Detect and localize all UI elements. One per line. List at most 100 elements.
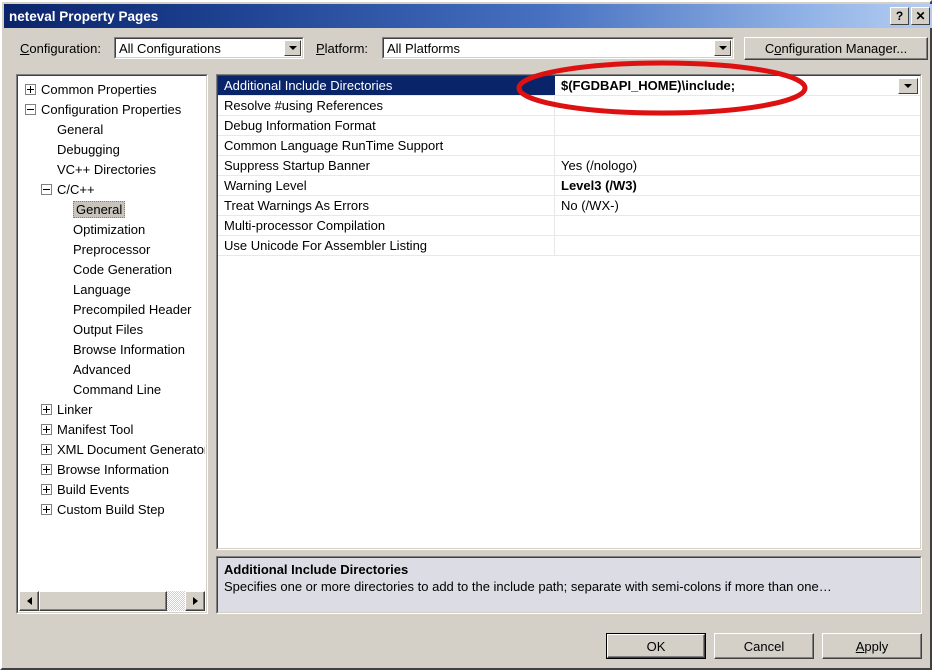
- tree-item[interactable]: Code Generation: [19, 259, 205, 279]
- configuration-manager-label-rest: nfiguration Manager...: [781, 41, 908, 56]
- property-value[interactable]: [555, 236, 920, 255]
- property-grid-panel[interactable]: Additional Include Directories $(FGDBAPI_…: [216, 74, 922, 550]
- help-button[interactable]: ?: [890, 7, 909, 25]
- property-name: Warning Level: [218, 176, 555, 195]
- tree-item-label: Optimization: [73, 221, 146, 237]
- tree-item[interactable]: Build Events: [19, 479, 205, 499]
- tree-item[interactable]: C/C++: [19, 179, 205, 199]
- property-value[interactable]: $(FGDBAPI_HOME)\include;: [555, 76, 920, 95]
- properties-tree-panel[interactable]: Common Properties Configuration Propertie…: [16, 74, 208, 614]
- property-row[interactable]: Common Language RunTime Support: [218, 136, 920, 156]
- property-grid-list[interactable]: Additional Include Directories $(FGDBAPI_…: [218, 76, 920, 256]
- chevron-down-icon[interactable]: [284, 40, 301, 56]
- tree-item[interactable]: Browse Information: [19, 339, 205, 359]
- scroll-track[interactable]: [39, 591, 185, 611]
- tree-item[interactable]: Optimization: [19, 219, 205, 239]
- ok-button[interactable]: OK: [606, 633, 706, 659]
- property-value[interactable]: Yes (/nologo): [555, 156, 920, 175]
- properties-tree-border: Common Properties Configuration Propertie…: [17, 75, 207, 613]
- property-value[interactable]: No (/WX-): [555, 196, 920, 215]
- configuration-select-value: All Configurations: [119, 40, 221, 56]
- tree-item[interactable]: Command Line: [19, 379, 205, 399]
- property-value[interactable]: [555, 216, 920, 235]
- property-name: Additional Include Directories: [224, 78, 393, 93]
- property-value[interactable]: [555, 136, 920, 155]
- property-row[interactable]: Resolve #using References: [218, 96, 920, 116]
- tree-horizontal-scrollbar[interactable]: [19, 591, 205, 611]
- scroll-right-button[interactable]: [185, 591, 205, 611]
- platform-select-value: All Platforms: [387, 40, 460, 56]
- property-grid-border: Additional Include Directories $(FGDBAPI_…: [217, 75, 921, 549]
- tree-item[interactable]: Debugging: [19, 139, 205, 159]
- scroll-left-button[interactable]: [19, 591, 39, 611]
- tree-item-label: Linker: [57, 401, 93, 417]
- tree-item[interactable]: Common Properties: [19, 79, 205, 99]
- configuration-manager-button[interactable]: Configuration Manager...: [744, 37, 928, 60]
- close-icon[interactable]: ✕: [911, 7, 930, 25]
- expand-icon[interactable]: [41, 503, 52, 515]
- tree-item[interactable]: General: [19, 199, 205, 219]
- scroll-thumb[interactable]: [39, 591, 168, 611]
- expand-icon[interactable]: [41, 403, 52, 415]
- description-panel: Additional Include Directories Specifies…: [216, 556, 922, 614]
- tree-item[interactable]: Language: [19, 279, 205, 299]
- tree-item[interactable]: XML Document Generator: [19, 439, 205, 459]
- platform-select[interactable]: All Platforms: [382, 37, 734, 59]
- chevron-down-icon[interactable]: [714, 40, 731, 56]
- tree-item-label: Output Files: [73, 321, 144, 337]
- tree-item[interactable]: Manifest Tool: [19, 419, 205, 439]
- title-bar: neteval Property Pages ? ✕: [4, 4, 932, 28]
- tree-item[interactable]: Custom Build Step: [19, 499, 205, 519]
- tree-item-label: XML Document Generator: [57, 441, 205, 457]
- tree-item[interactable]: Output Files: [19, 319, 205, 339]
- tree-item-label: General: [73, 200, 126, 218]
- configuration-select[interactable]: All Configurations: [114, 37, 304, 59]
- property-pages-dialog: neteval Property Pages ? ✕ Configuration…: [0, 0, 932, 670]
- tree-item-label: Command Line: [73, 381, 162, 397]
- tree-item[interactable]: General: [19, 119, 205, 139]
- description-title: Additional Include Directories: [224, 562, 409, 577]
- tree-item-label: C/C++: [57, 181, 95, 197]
- tree-item[interactable]: Configuration Properties: [19, 99, 205, 119]
- property-name: Treat Warnings As Errors: [218, 196, 555, 215]
- tree-item[interactable]: Browse Information: [19, 459, 205, 479]
- property-row[interactable]: Suppress Startup Banner Yes (/nologo): [218, 156, 920, 176]
- property-row[interactable]: Additional Include Directories $(FGDBAPI_…: [218, 76, 920, 96]
- tree-item[interactable]: Linker: [19, 399, 205, 419]
- property-row[interactable]: Debug Information Format: [218, 116, 920, 136]
- apply-button-label: Apply: [855, 638, 889, 654]
- property-value[interactable]: Level3 (/W3): [555, 176, 920, 195]
- description-text: Specifies one or more directories to add…: [224, 579, 832, 594]
- tree-item[interactable]: Advanced: [19, 359, 205, 379]
- property-row[interactable]: Warning Level Level3 (/W3): [218, 176, 920, 196]
- cancel-button-label: Cancel: [743, 638, 785, 654]
- tree-item-label: Precompiled Header: [73, 301, 192, 317]
- property-row[interactable]: Treat Warnings As Errors No (/WX-): [218, 196, 920, 216]
- property-value[interactable]: [555, 116, 920, 135]
- property-row[interactable]: Use Unicode For Assembler Listing: [218, 236, 920, 256]
- tree-item-label: Browse Information: [57, 461, 169, 477]
- chevron-down-icon[interactable]: [898, 78, 918, 94]
- tree-item[interactable]: VC++ Directories: [19, 159, 205, 179]
- configuration-label: Configuration:: [20, 41, 101, 56]
- properties-tree-list[interactable]: Common Properties Configuration Propertie…: [19, 79, 205, 590]
- tree-item[interactable]: Preprocessor: [19, 239, 205, 259]
- tree-item-label: Debugging: [57, 141, 120, 157]
- apply-button[interactable]: Apply: [822, 633, 922, 659]
- tree-item[interactable]: Precompiled Header: [19, 299, 205, 319]
- expand-icon[interactable]: [41, 483, 52, 495]
- expand-icon[interactable]: [41, 423, 52, 435]
- expand-icon[interactable]: [25, 83, 36, 95]
- platform-label-rest: latform:: [324, 41, 369, 56]
- window-title: neteval Property Pages: [9, 8, 159, 24]
- tree-item-label: General: [57, 121, 104, 137]
- property-value[interactable]: [555, 96, 920, 115]
- cancel-button[interactable]: Cancel: [714, 633, 814, 659]
- expand-icon[interactable]: [41, 463, 52, 475]
- property-name: Suppress Startup Banner: [218, 156, 555, 175]
- expand-icon[interactable]: [41, 443, 52, 455]
- collapse-icon[interactable]: [41, 183, 52, 195]
- collapse-icon[interactable]: [25, 103, 36, 115]
- property-row[interactable]: Multi-processor Compilation: [218, 216, 920, 236]
- tree-item-label: Advanced: [73, 361, 131, 377]
